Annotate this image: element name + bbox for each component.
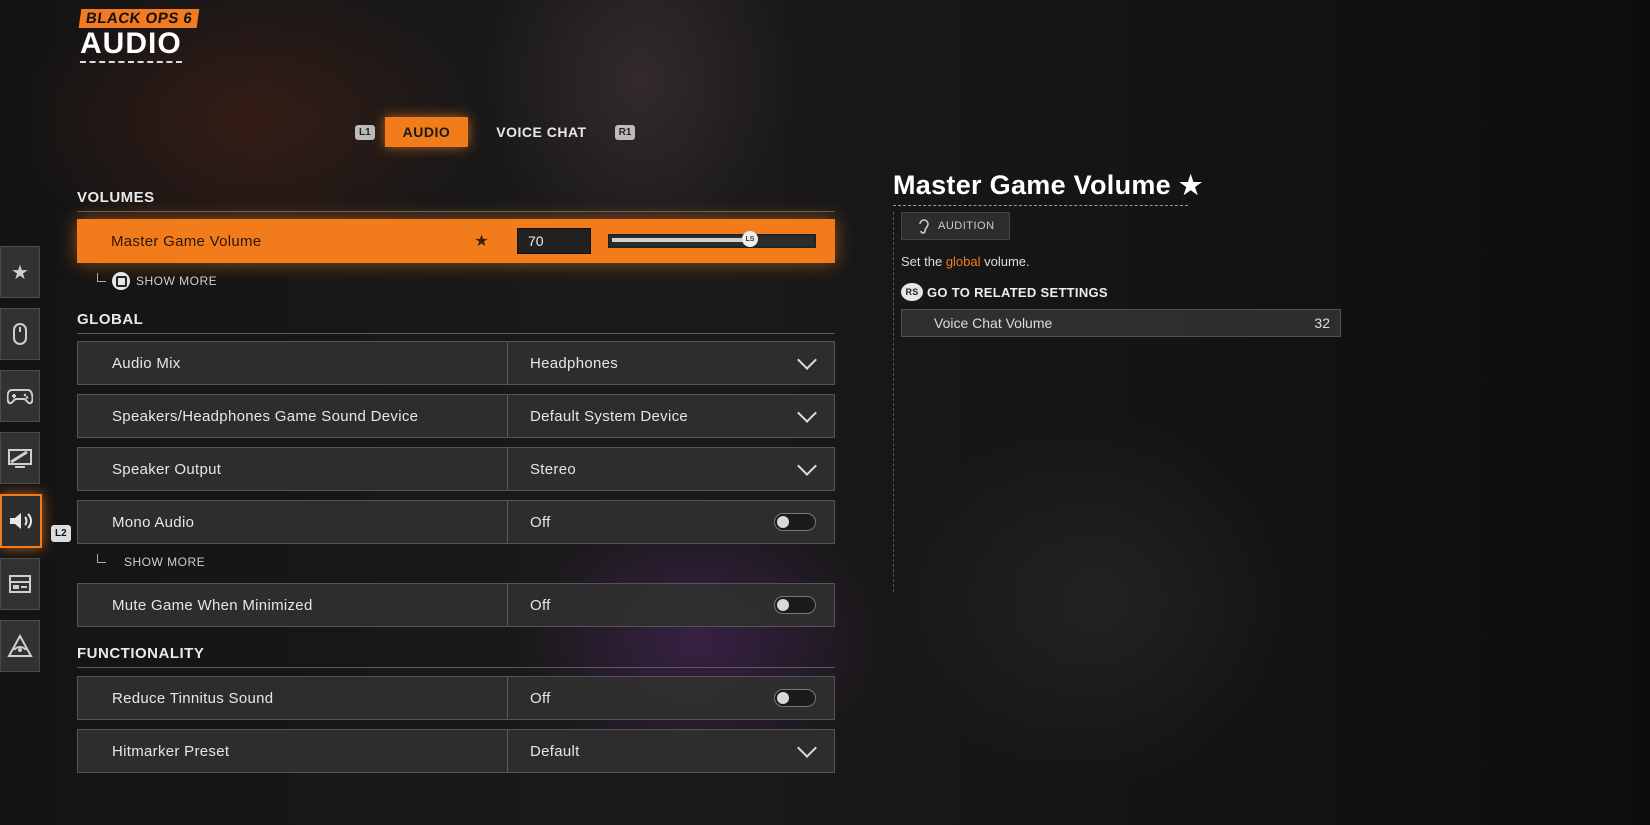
mono-audio-value: Off xyxy=(530,513,551,531)
detail-panel: Master Game Volume ★ AUDITION Set the gl… xyxy=(893,170,1343,592)
sidebar-key-hint: L2 xyxy=(51,525,71,542)
mono-audio-toggle[interactable] xyxy=(774,513,816,531)
network-icon xyxy=(7,634,33,657)
section-global: GLOBAL xyxy=(77,311,835,334)
mute-minimized-row[interactable]: Mute Game When Minimized Off xyxy=(77,583,835,627)
tree-elbow xyxy=(97,272,106,282)
related-settings-title: GO TO RELATED SETTINGS xyxy=(927,284,1108,300)
speaker-icon xyxy=(10,513,32,529)
sound-device-dropdown[interactable]: Default System Device xyxy=(508,403,834,425)
speaker-output-label: Speaker Output xyxy=(78,448,508,490)
tinnitus-row[interactable]: Reduce Tinnitus Sound Off xyxy=(77,676,835,720)
mouse-icon xyxy=(13,323,27,345)
sidebar-item-controller[interactable] xyxy=(0,370,40,422)
rs-button-icon: RS xyxy=(901,283,923,301)
tab-bar: L1 AUDIO VOICE CHAT R1 xyxy=(355,117,636,147)
controller-icon xyxy=(7,389,33,405)
audio-mix-dropdown[interactable]: Headphones xyxy=(508,350,834,372)
related-item-label: Voice Chat Volume xyxy=(934,315,1053,331)
tinnitus-value: Off xyxy=(530,689,551,707)
next-tab-key[interactable]: R1 xyxy=(614,124,636,140)
detail-description: Set the global volume. xyxy=(901,254,1343,269)
desc-text: Set the xyxy=(901,254,946,269)
mono-audio-label: Mono Audio xyxy=(78,501,508,543)
mono-audio-toggle-cell[interactable]: Off xyxy=(508,513,834,531)
ear-icon xyxy=(919,219,929,234)
square-button-icon xyxy=(112,272,130,290)
speaker-output-row[interactable]: Speaker Output Stereo xyxy=(77,447,835,491)
sidebar-item-graphics[interactable] xyxy=(0,432,40,484)
chevron-down-icon xyxy=(797,350,817,370)
settings-sidebar: ★ xyxy=(0,246,42,682)
tinnitus-toggle-cell[interactable]: Off xyxy=(508,689,834,707)
show-more-volumes[interactable]: SHOW MORE xyxy=(97,272,217,290)
interface-icon xyxy=(9,575,31,593)
sound-device-row[interactable]: Speakers/Headphones Game Sound Device De… xyxy=(77,394,835,438)
speaker-output-value: Stereo xyxy=(530,460,576,478)
page-title: AUDIO xyxy=(80,29,182,63)
mute-minimized-toggle-cell[interactable]: Off xyxy=(508,596,834,614)
chevron-down-icon xyxy=(797,403,817,423)
slider-fill xyxy=(612,238,752,242)
audio-mix-value: Headphones xyxy=(530,354,619,372)
show-more-label: SHOW MORE xyxy=(124,555,206,569)
prev-tab-key[interactable]: L1 xyxy=(355,124,375,140)
star-icon: ★ xyxy=(11,261,29,284)
section-volumes: VOLUMES xyxy=(77,189,835,212)
tab-voice-chat[interactable]: VOICE CHAT xyxy=(478,117,604,147)
tinnitus-toggle[interactable] xyxy=(774,689,816,707)
hitmarker-dropdown[interactable]: Default xyxy=(508,738,834,760)
show-more-global[interactable]: SHOW MORE xyxy=(97,553,206,569)
show-more-label: SHOW MORE xyxy=(136,274,218,288)
title-underline xyxy=(893,205,1188,206)
audition-button[interactable]: AUDITION xyxy=(901,212,1010,240)
game-logo: BLACK OPS 6 AUDIO xyxy=(78,9,200,63)
detail-title-row: Master Game Volume ★ xyxy=(893,170,1343,201)
hitmarker-label: Hitmarker Preset xyxy=(78,730,508,772)
slider-thumb[interactable]: LS xyxy=(742,231,758,247)
chevron-down-icon xyxy=(797,456,817,476)
audition-label: AUDITION xyxy=(938,220,995,232)
toggle-knob xyxy=(777,516,789,528)
sidebar-item-audio[interactable] xyxy=(0,494,42,548)
sidebar-item-mouse[interactable] xyxy=(0,308,40,360)
favorite-star-icon[interactable]: ★ xyxy=(474,231,489,251)
display-icon xyxy=(8,449,32,468)
sound-device-value: Default System Device xyxy=(530,407,689,425)
sidebar-item-network[interactable] xyxy=(0,620,40,672)
tab-audio[interactable]: AUDIO xyxy=(384,117,469,147)
master-volume-row[interactable]: Master Game Volume ★ 70 LS xyxy=(77,219,835,263)
master-volume-label: Master Game Volume xyxy=(111,232,262,250)
sound-device-label: Speakers/Headphones Game Sound Device xyxy=(78,395,508,437)
toggle-knob xyxy=(777,692,789,704)
sidebar-item-favorites[interactable]: ★ xyxy=(0,246,40,298)
tinnitus-label: Reduce Tinnitus Sound xyxy=(78,677,508,719)
master-volume-label-cell: Master Game Volume ★ xyxy=(77,219,517,263)
hitmarker-row[interactable]: Hitmarker Preset Default xyxy=(77,729,835,773)
master-volume-value[interactable]: 70 xyxy=(517,228,591,254)
mute-minimized-label: Mute Game When Minimized xyxy=(78,584,508,626)
desc-accent: global xyxy=(945,254,981,269)
star-icon: ★ xyxy=(1179,170,1203,200)
master-volume-slider[interactable]: LS xyxy=(608,231,816,248)
mute-minimized-toggle[interactable] xyxy=(774,596,816,614)
audio-mix-row[interactable]: Audio Mix Headphones xyxy=(77,341,835,385)
hitmarker-value: Default xyxy=(530,742,580,760)
related-settings-header[interactable]: RS GO TO RELATED SETTINGS xyxy=(901,283,1343,301)
mono-audio-row[interactable]: Mono Audio Off xyxy=(77,500,835,544)
toggle-knob xyxy=(777,599,789,611)
detail-divider xyxy=(893,212,895,592)
sidebar-item-interface[interactable] xyxy=(0,558,40,610)
desc-text-end: volume. xyxy=(980,254,1030,269)
related-item-value: 32 xyxy=(1314,315,1330,331)
mute-minimized-value: Off xyxy=(530,596,551,614)
related-voice-chat-volume[interactable]: Voice Chat Volume 32 xyxy=(901,309,1341,337)
audio-mix-label: Audio Mix xyxy=(78,342,508,384)
game-title: BLACK OPS 6 xyxy=(78,9,200,28)
tree-elbow xyxy=(97,553,106,563)
detail-title: Master Game Volume xyxy=(893,170,1171,200)
section-functionality: FUNCTIONALITY xyxy=(77,645,835,668)
chevron-down-icon xyxy=(797,738,817,758)
speaker-output-dropdown[interactable]: Stereo xyxy=(508,456,834,478)
